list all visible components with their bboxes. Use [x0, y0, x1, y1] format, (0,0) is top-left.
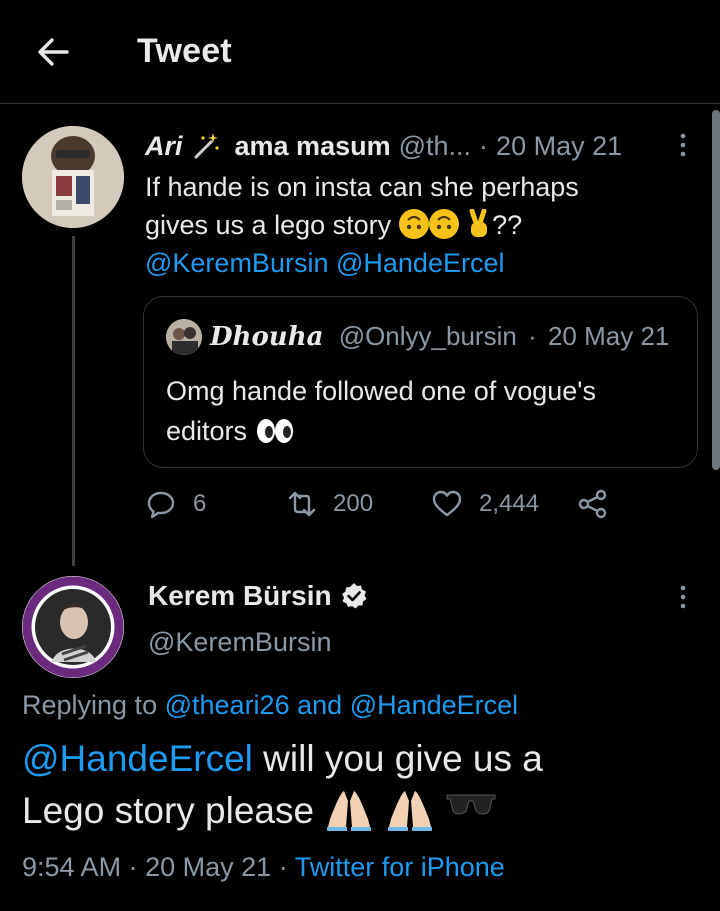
like-action[interactable]: 2,444: [431, 488, 539, 520]
victory-hand-emoji-icon: [469, 208, 488, 237]
replying-label: Replying to: [22, 690, 158, 720]
tweet-text-line: @HandeErcel will you give us a: [22, 733, 702, 785]
tweet-text-fragment: gives us a lego story: [145, 210, 392, 240]
back-arrow-icon[interactable]: [33, 32, 73, 72]
tweet-header: Ari ama masum @th... · 20 May 21: [145, 128, 705, 164]
tweet-text-line: gives us a lego story ??: [145, 206, 705, 244]
folded-hands-emoji-icon: [387, 791, 432, 831]
scrollbar[interactable]: [712, 110, 720, 470]
share-icon: [578, 489, 607, 519]
heart-icon: [432, 490, 462, 517]
reply-action[interactable]: 6: [145, 488, 206, 520]
tweet-meta: 9:54 AM · 20 May 21 · Twitter for iPhone: [22, 852, 505, 883]
quoted-author-name: Dhouha: [210, 322, 324, 352]
tweet-date[interactable]: 20 May 21: [145, 852, 271, 882]
thread-line: [72, 236, 75, 566]
share-action[interactable]: [577, 488, 609, 520]
author-name-suffix[interactable]: ama masum: [235, 131, 391, 162]
sunglasses-emoji-icon: [446, 794, 496, 815]
mention-link[interactable]: @HandeErcel: [350, 690, 519, 720]
quoted-text-fragment: editors: [166, 416, 248, 446]
tweet-text-line: If hande is on insta can she perhaps: [145, 172, 579, 202]
mention-link[interactable]: @KeremBursin: [145, 248, 328, 278]
more-options-icon[interactable]: [676, 130, 690, 160]
tweet-text-line: Lego story please: [22, 785, 702, 837]
quoted-text-line: Omg hande followed one of vogue's: [166, 376, 596, 406]
more-options-icon[interactable]: [676, 582, 690, 612]
mention-link[interactable]: @HandeErcel: [336, 248, 505, 278]
reply-count: 6: [193, 490, 207, 517]
reply-icon: [147, 491, 175, 519]
mention-link[interactable]: @theari26: [165, 690, 290, 720]
eyes-emoji-icon: [256, 419, 293, 443]
retweet-icon: [288, 491, 316, 517]
author-handle[interactable]: @KeremBursin: [148, 627, 331, 658]
separator: ·: [128, 852, 138, 882]
tweet-actions: 6 200 2,444: [145, 488, 625, 528]
author-handle[interactable]: @th...: [399, 131, 471, 162]
author-name[interactable]: Ari: [145, 131, 183, 162]
upside-down-face-emoji-icon: [398, 209, 429, 239]
folded-hands-emoji-icon: [327, 791, 372, 831]
tweet-parent[interactable]: Ari ama masum @th... · 20 May 21 If hand…: [145, 128, 705, 282]
replying-to: Replying to @theari26 and @HandeErcel: [22, 690, 518, 721]
upside-down-face-emoji-icon: [428, 209, 459, 239]
tweet-text-fragment: Lego story please: [22, 790, 315, 831]
tweet-text-fragment: will you give us a: [263, 738, 543, 779]
replying-and: and: [297, 690, 343, 720]
quoted-date: 20 May 21: [547, 321, 670, 351]
separator: ·: [479, 130, 489, 161]
tweet-source-link[interactable]: Twitter for iPhone: [295, 852, 505, 882]
quoted-text: Omg hande followed one of vogue's editor…: [166, 371, 676, 451]
quoted-header: Dhouha @Onlyy_bursin · 20 May 21: [210, 321, 669, 352]
quoted-tweet[interactable]: Dhouha @Onlyy_bursin · 20 May 21 Omg han…: [143, 296, 698, 468]
avatar-photo: [22, 576, 124, 678]
tweet-mentions: @KeremBursin @HandeErcel: [145, 244, 705, 282]
author-name[interactable]: Kerem Bürsin: [148, 580, 368, 612]
retweet-count: 200: [333, 490, 374, 517]
separator: ·: [278, 852, 288, 882]
tweet-text: If hande is on insta can she perhaps giv…: [145, 168, 705, 282]
quoted-text-line: editors: [166, 411, 676, 451]
avatar[interactable]: [22, 576, 124, 678]
tweet-text-fragment: ??: [492, 210, 523, 240]
separator: ·: [528, 321, 537, 351]
tweet-time[interactable]: 9:54 AM: [22, 852, 121, 882]
mention-link[interactable]: @HandeErcel: [22, 738, 253, 779]
magic-wand-icon: [194, 133, 219, 159]
quoted-avatar: [166, 319, 202, 355]
page-title: Tweet: [137, 32, 232, 70]
quoted-author-handle: @Onlyy_bursin: [338, 321, 517, 351]
avatar[interactable]: [22, 126, 124, 228]
retweet-action[interactable]: 200: [285, 488, 373, 520]
avatar-photo: [22, 126, 124, 228]
like-count: 2,444: [479, 490, 540, 517]
author-name-text: Kerem Bürsin: [148, 580, 332, 611]
verified-badge-icon: [341, 583, 367, 609]
tweet-text: @HandeErcel will you give us a Lego stor…: [22, 733, 702, 837]
top-bar: Tweet: [0, 0, 720, 104]
tweet-date[interactable]: 20 May 21: [496, 131, 622, 162]
